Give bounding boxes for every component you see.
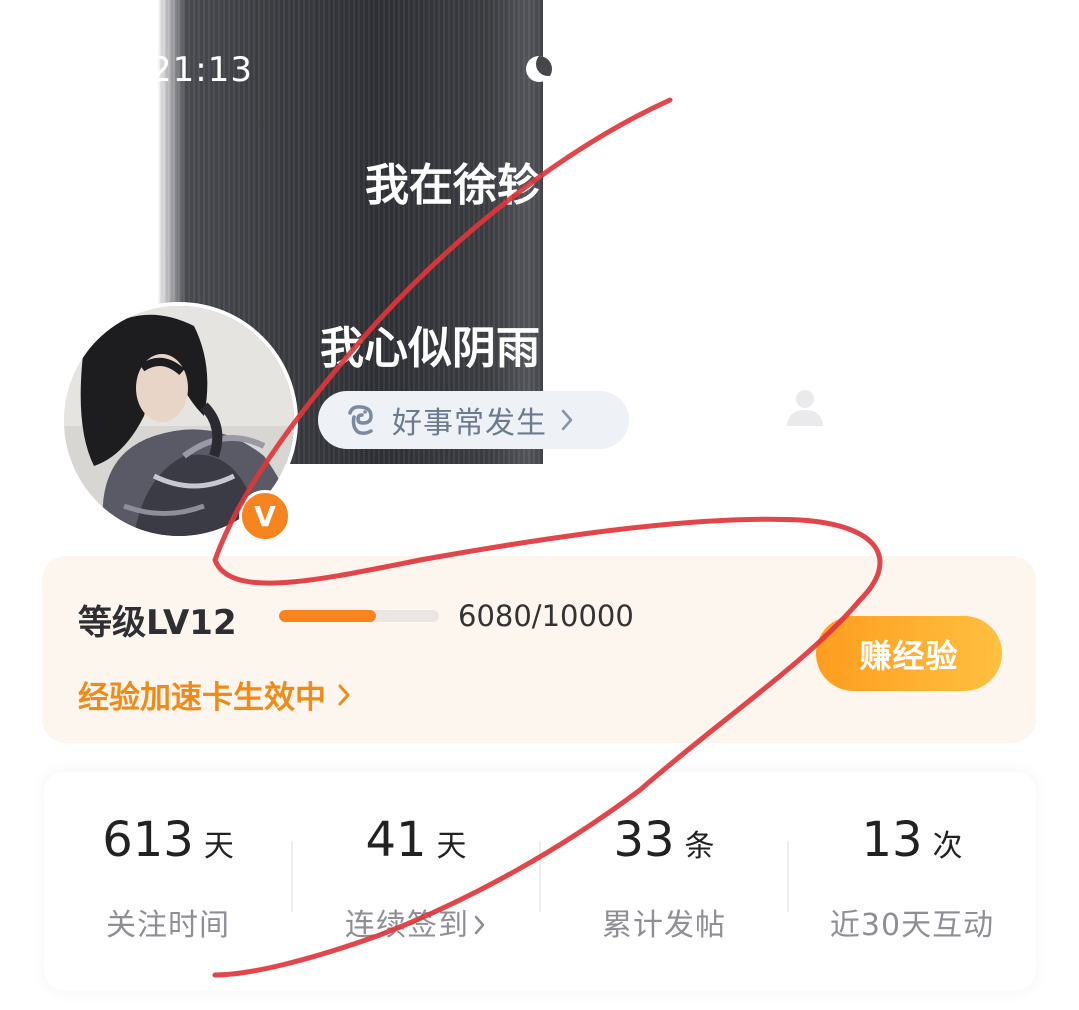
level-progress-fill bbox=[279, 610, 377, 622]
stat-unit: 天 bbox=[203, 829, 234, 864]
stat-label: 连续签到 bbox=[292, 900, 540, 944]
stat-unit: 天 bbox=[436, 829, 467, 864]
user-icon[interactable] bbox=[784, 386, 826, 428]
boost-card-link[interactable]: 经验加速卡生效中 bbox=[78, 672, 352, 717]
profile-tag-button[interactable]: 好事常发生 bbox=[318, 391, 629, 449]
verified-badge-label: V bbox=[254, 499, 276, 533]
level-progress-text: 6080/10000 bbox=[458, 599, 634, 633]
level-progress-bar bbox=[279, 610, 439, 622]
dragon-icon bbox=[348, 405, 373, 436]
cover-text-line-1: 我在徐轸 bbox=[365, 160, 541, 211]
status-time: 21:13 bbox=[150, 50, 253, 90]
stat-label: 累计发帖 bbox=[602, 908, 726, 943]
stat-recent-interactions[interactable]: 13 次 近30天互动 bbox=[788, 772, 1036, 990]
stat-value: 33 条 bbox=[540, 812, 788, 868]
stat-value: 41 天 bbox=[292, 812, 540, 868]
level-label: 等级LV12 bbox=[78, 603, 237, 643]
cover-text-line-2: 我心似阴雨 bbox=[320, 323, 540, 374]
do-not-disturb-icon bbox=[526, 56, 552, 82]
stat-number: 613 bbox=[102, 812, 194, 868]
stat-follow-time[interactable]: 613 天 关注时间 bbox=[44, 772, 292, 990]
stats-panel: 613 天 关注时间 41 天 连续签到 33 条 累计发帖 13 次 近30天互动 bbox=[44, 772, 1036, 990]
stat-label: 关注时间 bbox=[106, 908, 230, 943]
stat-label: 近30天互动 bbox=[829, 908, 995, 943]
verified-badge: V bbox=[239, 490, 291, 542]
boost-card-label: 经验加速卡生效中 bbox=[78, 680, 326, 716]
stat-label-text: 连续签到 bbox=[345, 908, 469, 943]
stat-value: 613 天 bbox=[44, 812, 292, 868]
stat-unit: 条 bbox=[684, 829, 715, 864]
earn-experience-button[interactable]: 赚经验 bbox=[816, 616, 1002, 691]
chevron-right-icon bbox=[561, 409, 573, 431]
stat-unit: 次 bbox=[932, 829, 963, 864]
stat-total-posts[interactable]: 33 条 累计发帖 bbox=[540, 772, 788, 990]
stat-number: 41 bbox=[365, 812, 427, 868]
chevron-right-icon bbox=[338, 684, 350, 705]
stat-checkin-streak[interactable]: 41 天 连续签到 bbox=[292, 772, 540, 990]
stat-value: 13 次 bbox=[788, 812, 1036, 868]
chevron-right-icon bbox=[474, 915, 485, 935]
stat-number: 33 bbox=[613, 812, 675, 868]
stat-number: 13 bbox=[861, 812, 923, 868]
profile-tag-label: 好事常发生 bbox=[392, 406, 547, 441]
